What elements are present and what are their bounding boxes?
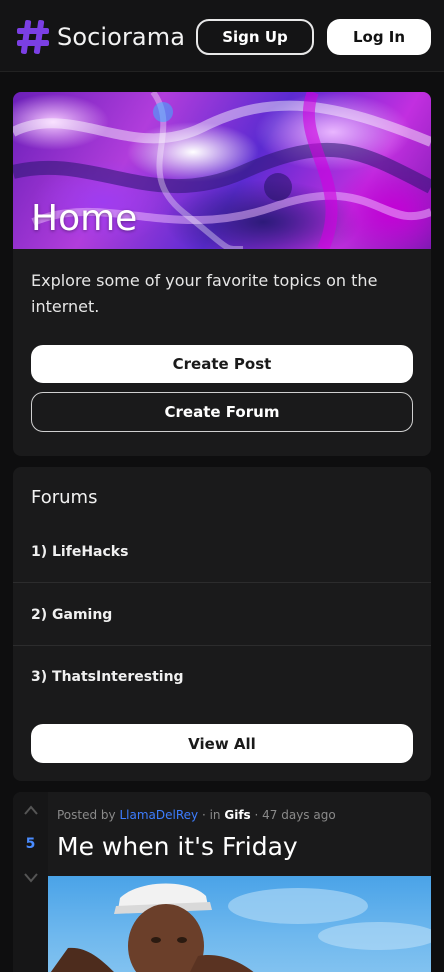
post-meta: Posted by LlamaDelRey · in Gifs · 47 day… — [57, 808, 336, 822]
post-in-label: · in — [201, 808, 221, 822]
brand-logo-link[interactable]: Sociorama — [16, 17, 185, 57]
home-card: Home Explore some of your favorite topic… — [13, 92, 431, 456]
home-title: Home — [31, 198, 138, 239]
upvote-arrow-icon[interactable] — [23, 804, 39, 816]
downvote-arrow-icon[interactable] — [23, 872, 39, 884]
forum-list-item[interactable]: 3) ThatsInteresting — [13, 646, 431, 708]
create-post-button[interactable]: Create Post — [31, 345, 413, 383]
post-age: · 47 days ago — [254, 808, 336, 822]
top-nav-bar: Sociorama Sign Up Log In — [0, 0, 444, 72]
vote-column: 5 — [13, 792, 48, 972]
vote-count: 5 — [25, 836, 36, 852]
home-banner-image: Home — [13, 92, 431, 249]
hash-icon — [17, 20, 49, 54]
forum-list-item[interactable]: 2) Gaming — [13, 584, 431, 646]
forums-card: Forums 1) LifeHacks 2) Gaming 3) ThatsIn… — [13, 467, 431, 781]
post-title[interactable]: Me when it's Friday — [57, 832, 298, 861]
view-all-forums-button[interactable]: View All — [31, 724, 413, 763]
brand-name: Sociorama — [57, 23, 186, 51]
forums-heading: Forums — [31, 487, 98, 508]
posted-by-label: Posted by — [57, 808, 116, 822]
log-in-button[interactable]: Log In — [327, 19, 431, 55]
home-description: Explore some of your favorite topics on … — [31, 271, 378, 316]
post-card: 5 Posted by LlamaDelRey · in Gifs · 47 d… — [13, 792, 431, 972]
create-forum-button[interactable]: Create Forum — [31, 392, 413, 432]
post-author-link[interactable]: LlamaDelRey — [119, 808, 198, 822]
forum-list-item[interactable]: 1) LifeHacks — [13, 521, 431, 583]
post-forum-link[interactable]: Gifs — [224, 808, 250, 822]
sign-up-button[interactable]: Sign Up — [196, 19, 314, 55]
post-gif-image[interactable] — [48, 876, 431, 972]
